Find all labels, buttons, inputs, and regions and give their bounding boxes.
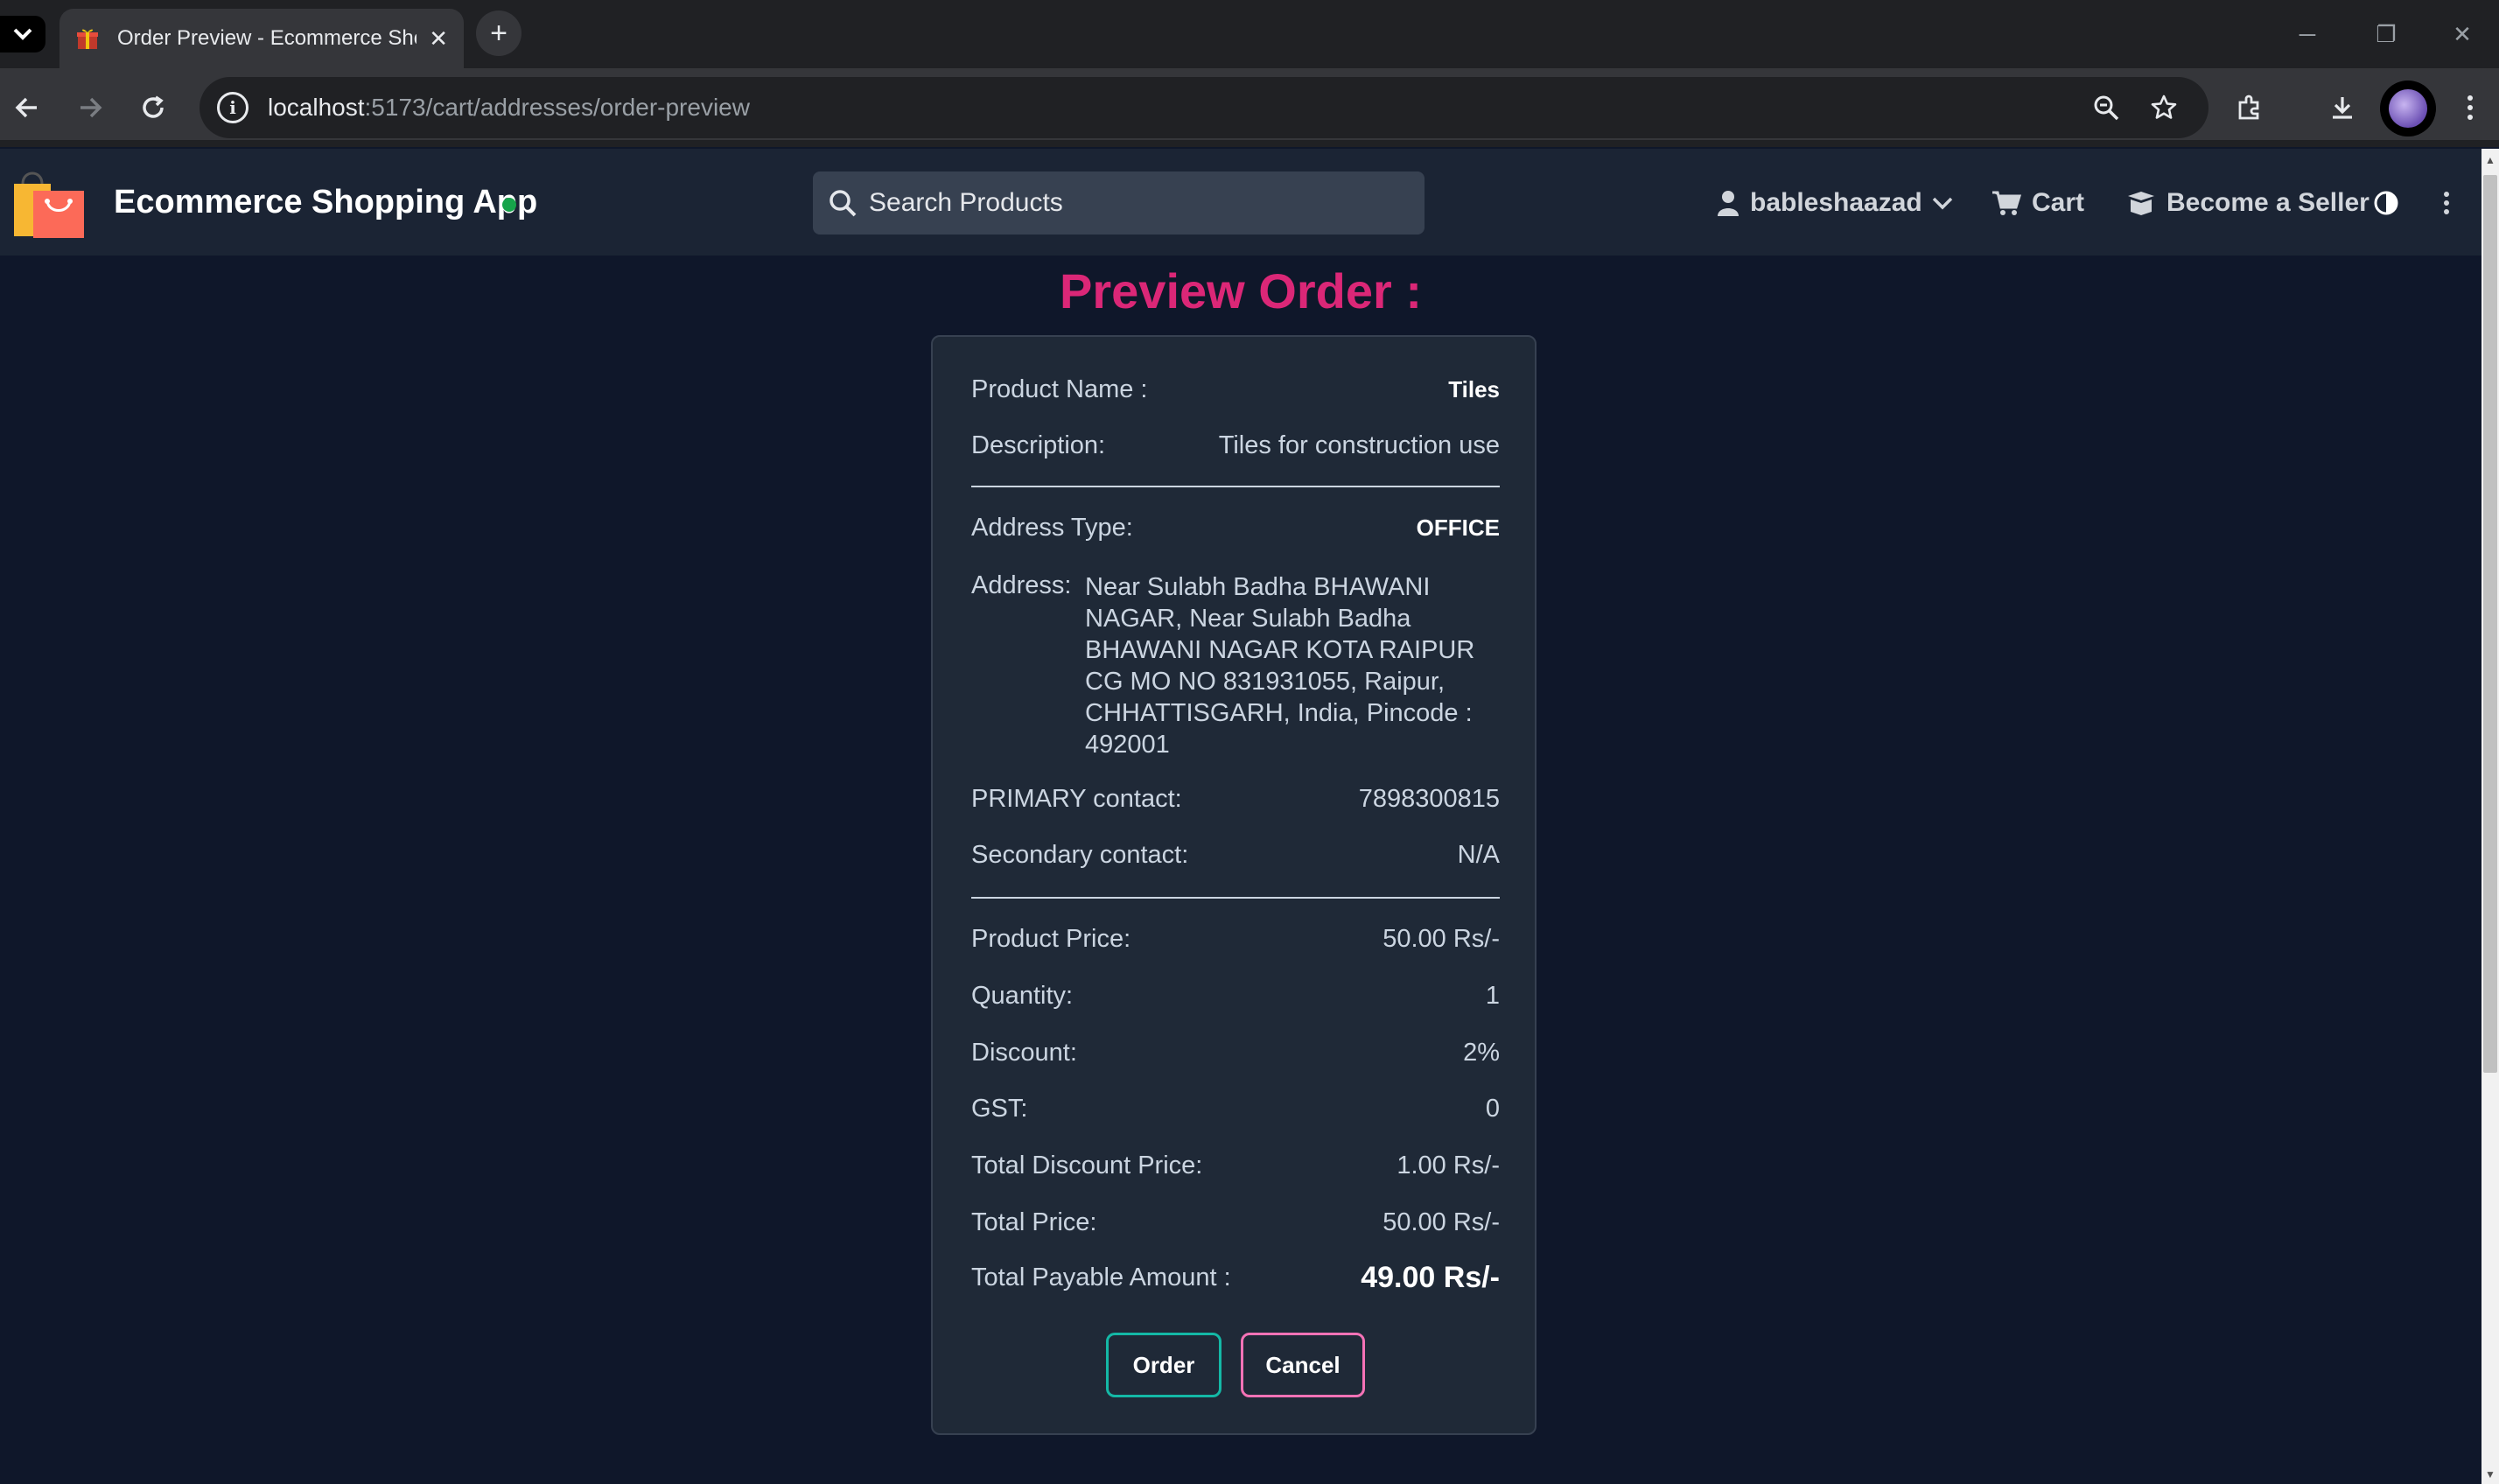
address-label: Address: <box>971 571 1072 599</box>
more-menu[interactable] <box>2443 180 2460 226</box>
primary-contact-row: PRIMARY contact: 7898300815 <box>971 785 1500 814</box>
reload-icon <box>143 95 164 118</box>
product-name-row: Product Name : Tiles <box>971 375 1500 404</box>
order-button[interactable]: Order <box>1106 1333 1222 1397</box>
shopping-bag-logo-icon[interactable] <box>12 164 88 240</box>
extensions-icon[interactable] <box>2226 84 2273 131</box>
scroll-up-icon[interactable]: ▲ <box>2482 150 2499 170</box>
total-payable-label: Total Payable Amount : <box>971 1264 1231 1292</box>
quantity-value: 1 <box>1485 982 1500 1010</box>
divider <box>971 486 1500 487</box>
primary-contact-label: PRIMARY contact: <box>971 785 1182 813</box>
become-seller-link[interactable]: Become a Seller <box>2126 180 2370 226</box>
arrow-right-icon <box>80 97 102 118</box>
address-value: Near Sulabh Badha BHAWANI NAGAR, Near Su… <box>1085 573 1475 759</box>
total-discount-value: 1.00 Rs/- <box>1396 1152 1500 1180</box>
scroll-down-icon[interactable]: ▼ <box>2482 1465 2499 1484</box>
discount-row: Discount: 2% <box>971 1039 1500 1068</box>
cart-link[interactable]: Cart <box>1992 180 2084 226</box>
username-label: bableshaazad <box>1750 188 1922 217</box>
discount-label: Discount: <box>971 1039 1077 1067</box>
total-payable-value: 49.00 Rs/- <box>1361 1261 1500 1294</box>
site-info-icon[interactable]: i <box>217 92 248 123</box>
product-price-label: Product Price: <box>971 925 1131 953</box>
divider <box>971 897 1500 899</box>
url-path: :5173/cart/addresses/order-preview <box>364 94 750 121</box>
total-price-label: Total Price: <box>971 1208 1097 1236</box>
restore-icon[interactable]: ❐ <box>2347 0 2426 68</box>
browser-tab-active[interactable]: Order Preview - Ecommerce Shopping App ✕ <box>60 9 464 68</box>
browser-tab-bar: Order Preview - Ecommerce Shopping App ✕… <box>0 0 2499 68</box>
quantity-label: Quantity: <box>971 982 1074 1010</box>
download-icon[interactable] <box>2319 84 2366 131</box>
browser-toolbar: i localhost:5173/cart/addresses/order-pr… <box>0 68 2499 147</box>
description-label: Description: <box>971 431 1106 459</box>
total-price-row: Total Price: 50.00 Rs/- <box>971 1208 1500 1237</box>
bookmark-star-icon[interactable] <box>2144 88 2184 128</box>
avatar-image <box>2389 89 2427 128</box>
total-discount-label: Total Discount Price: <box>971 1152 1203 1180</box>
gst-row: GST: 0 <box>971 1095 1500 1124</box>
cart-icon <box>1992 191 2021 215</box>
gift-icon <box>77 29 98 49</box>
secondary-contact-value: N/A <box>1457 841 1500 869</box>
reload-button[interactable] <box>130 84 177 131</box>
product-price-value: 50.00 Rs/- <box>1382 925 1500 953</box>
total-price-value: 50.00 Rs/- <box>1382 1208 1500 1236</box>
tab-title: Order Preview - Ecommerce Shopping App <box>117 26 416 50</box>
brand-name[interactable]: Ecommerce Shopping App <box>114 184 537 221</box>
tab-search-button[interactable] <box>0 16 46 52</box>
browser-menu-icon[interactable] <box>2446 84 2494 131</box>
url-host: localhost <box>268 94 365 121</box>
become-seller-label: Become a Seller <box>2166 188 2370 217</box>
order-preview-card: Product Name : Tiles Description: Tiles … <box>931 335 1536 1435</box>
minimize-icon[interactable]: ─ <box>2268 0 2347 68</box>
address-type-row: Address Type: OFFICE <box>971 514 1500 542</box>
user-menu[interactable]: bableshaazad <box>1717 180 1964 226</box>
page-title: Preview Order : <box>1060 263 1422 318</box>
address-type-value: OFFICE <box>1416 514 1500 541</box>
forward-button[interactable] <box>66 84 114 131</box>
product-price-row: Product Price: 50.00 Rs/- <box>971 925 1500 954</box>
product-name-value: Tiles <box>1448 376 1500 402</box>
more-vertical-icon <box>2444 192 2449 214</box>
gst-label: GST: <box>971 1095 1028 1123</box>
description-value: Tiles for construction use <box>1218 431 1500 459</box>
zoom-icon[interactable] <box>2086 88 2126 128</box>
description-row: Description: Tiles for construction use <box>971 431 1500 460</box>
scrollbar-thumb[interactable] <box>2483 175 2497 1073</box>
chevron-down-icon <box>1932 197 1952 210</box>
address-bar[interactable]: i localhost:5173/cart/addresses/order-pr… <box>200 77 2208 138</box>
discount-value: 2% <box>1463 1039 1500 1067</box>
total-discount-row: Total Discount Price: 1.00 Rs/- <box>971 1152 1500 1180</box>
search-icon <box>830 190 857 217</box>
theme-toggle[interactable] <box>2373 180 2410 226</box>
app-header: Ecommerce Shopping App bableshaazad Cart… <box>0 149 2482 256</box>
back-button[interactable] <box>4 84 51 131</box>
search-input[interactable] <box>869 188 1394 218</box>
total-payable-row: Total Payable Amount : 49.00 Rs/- <box>971 1261 1500 1295</box>
box-open-icon <box>2128 192 2154 215</box>
primary-contact-value: 7898300815 <box>1358 785 1500 813</box>
new-tab-button[interactable]: + <box>476 10 522 56</box>
search-bar[interactable] <box>813 172 1424 234</box>
quantity-row: Quantity: 1 <box>971 982 1500 1011</box>
secondary-contact-row: Secondary contact: N/A <box>971 841 1500 870</box>
arrow-left-icon <box>15 97 37 118</box>
contrast-icon <box>2374 191 2398 215</box>
cart-label: Cart <box>2032 188 2085 217</box>
profile-avatar[interactable] <box>2380 80 2436 136</box>
gst-value: 0 <box>1485 1095 1500 1123</box>
user-icon <box>1718 191 1739 216</box>
close-tab-icon[interactable]: ✕ <box>429 25 448 52</box>
product-name-label: Product Name : <box>971 375 1148 403</box>
secondary-contact-label: Secondary contact: <box>971 841 1189 869</box>
close-window-icon[interactable]: ✕ <box>2426 0 2499 68</box>
online-status-dot <box>502 198 516 212</box>
address-type-label: Address Type: <box>971 514 1133 542</box>
chevron-down-icon <box>13 28 32 40</box>
cancel-button[interactable]: Cancel <box>1241 1333 1365 1397</box>
